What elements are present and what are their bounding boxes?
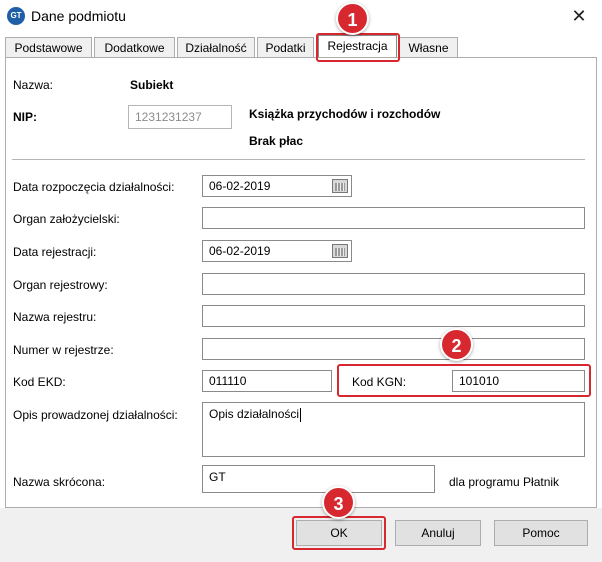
data-rozpoczecia-label: Data rozpoczęcia działalności: (13, 180, 175, 194)
title-bar: GT Dane podmiotu ✕ (0, 0, 602, 32)
cancel-button[interactable]: Anuluj (395, 520, 481, 546)
close-icon[interactable]: ✕ (565, 3, 593, 29)
tab-podatki[interactable]: Podatki (257, 37, 314, 58)
opis-value: Opis działalności (209, 407, 300, 421)
ok-highlight (292, 516, 386, 550)
opis-textarea[interactable]: Opis działalności (202, 402, 585, 457)
tab-wlasne[interactable]: Własne (399, 37, 458, 58)
data-rejestracji-label: Data rejestracji: (13, 245, 97, 259)
info-brak-plac: Brak płac (249, 134, 304, 148)
nip-field: 1231231237 (128, 105, 232, 129)
tab-dzialalnosc[interactable]: Działalność (177, 37, 255, 58)
annotation-badge-3: 3 (322, 486, 355, 519)
opis-label: Opis prowadzonej działalności: (13, 408, 178, 422)
text-caret (300, 407, 302, 422)
kod-ekd-label: Kod EKD: (13, 375, 66, 389)
name-label: Nazwa: (13, 78, 54, 92)
tab-podstawowe[interactable]: Podstawowe (5, 37, 92, 58)
organ-rejestrowy-label: Organ rejestrowy: (13, 278, 108, 292)
app-icon: GT (7, 7, 25, 25)
tab-dodatkowe[interactable]: Dodatkowe (94, 37, 175, 58)
nazwa-skrocona-label: Nazwa skrócona: (13, 475, 106, 489)
separator (12, 159, 585, 160)
nazwa-skrocona-field[interactable]: GT (202, 465, 435, 493)
calendar-icon[interactable] (332, 179, 348, 193)
data-rozpoczecia-value: 06-02-2019 (209, 179, 271, 193)
help-button[interactable]: Pomoc (494, 520, 588, 546)
annotation-badge-1: 1 (336, 2, 369, 35)
info-ksiazka: Książka przychodów i rozchodów (249, 107, 441, 121)
data-rejestracji-field[interactable]: 06-02-2019 (202, 240, 352, 262)
organ-rejestrowy-field[interactable] (202, 273, 585, 295)
calendar-icon[interactable] (332, 244, 348, 258)
data-rejestracji-value: 06-02-2019 (209, 244, 271, 258)
tab-highlight (316, 33, 400, 62)
kod-kgn-label: Kod KGN: (352, 375, 407, 389)
name-value: Subiekt (130, 78, 174, 92)
numer-w-rejestrze-label: Numer w rejestrze: (13, 343, 114, 357)
kod-kgn-field[interactable]: 101010 (452, 370, 585, 392)
organ-zalozycielski-label: Organ założycielski: (13, 212, 120, 226)
organ-zalozycielski-field[interactable] (202, 207, 585, 229)
nip-label: NIP: (13, 110, 37, 124)
data-rozpoczecia-field[interactable]: 06-02-2019 (202, 175, 352, 197)
annotation-badge-2: 2 (440, 328, 473, 361)
nazwa-rejestru-field[interactable] (202, 305, 585, 327)
kod-ekd-field[interactable]: 011110 (202, 370, 332, 392)
nazwa-skrocona-note: dla programu Płatnik (449, 475, 560, 489)
window-title: Dane podmiotu (31, 8, 126, 24)
nazwa-rejestru-label: Nazwa rejestru: (13, 310, 97, 324)
numer-w-rejestrze-field[interactable] (202, 338, 585, 360)
